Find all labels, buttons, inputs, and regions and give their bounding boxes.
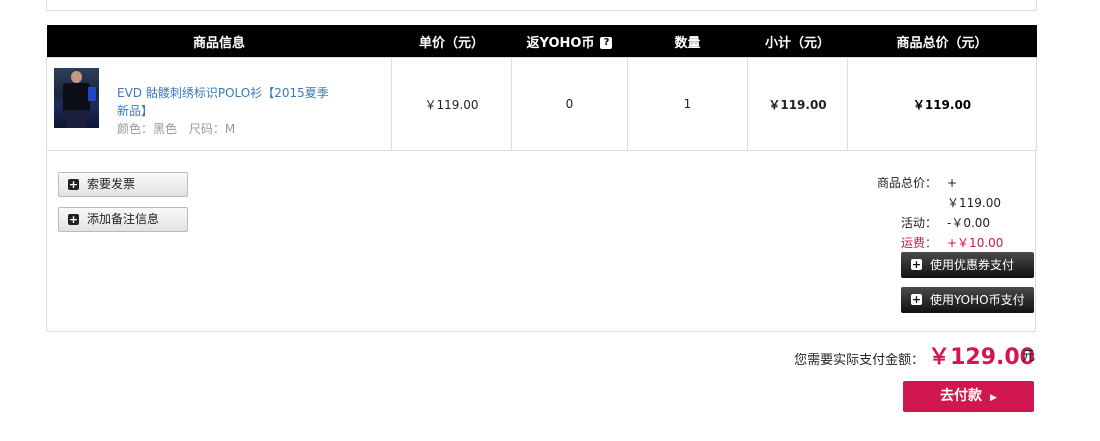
- subtotal-cell: ￥119.00: [747, 57, 848, 151]
- plus-icon: +: [68, 178, 79, 191]
- arrow-right-icon: ▶: [990, 393, 997, 403]
- use-yoho-coin-button-label: 使用YOHO币支付: [930, 293, 1025, 307]
- unit-price-cell: ￥119.00: [391, 57, 512, 151]
- order-table: 商品信息 单价（元） 返YOHO币? 数量 小计（元） 商品总价（元） EVD …: [46, 25, 1037, 151]
- total-price-cell: ￥119.00: [847, 57, 1037, 151]
- invoice-button-label: 索要发票: [87, 177, 136, 191]
- table-header-row: 商品信息 单价（元） 返YOHO币? 数量 小计（元） 商品总价（元）: [46, 25, 1037, 58]
- product-attributes: 颜色：黑色 尺码：M: [117, 121, 337, 137]
- add-remark-button[interactable]: + 添加备注信息: [58, 207, 188, 232]
- use-yoho-coin-button[interactable]: + 使用YOHO币支付: [901, 287, 1034, 313]
- activity-value: -￥0.00: [947, 216, 991, 230]
- pay-button-label: 去付款: [940, 388, 983, 404]
- header-quantity: 数量: [627, 25, 748, 58]
- goods-total-value: +￥119.00: [947, 176, 1001, 210]
- header-unit-price: 单价（元）: [391, 25, 512, 58]
- header-yoho-coins: 返YOHO币?: [511, 25, 628, 58]
- pay-button[interactable]: 去付款 ▶: [903, 381, 1034, 412]
- price-breakdown: 商品总价： +￥119.00 活动： -￥0.00 运费： +￥10.00: [877, 173, 1011, 253]
- order-summary-panel: + 索要发票 + 添加备注信息 商品总价： +￥119.00 活动： -￥0.00 …: [46, 151, 1036, 332]
- quantity-cell: 1: [627, 57, 748, 151]
- header-product-info: 商品信息: [46, 25, 392, 58]
- activity-label: 活动：: [900, 216, 937, 230]
- product-name-link[interactable]: EVD 骷髅刺绣标识POLO衫【2015夏季新品】: [117, 84, 337, 120]
- previous-section-box: [46, 0, 1037, 11]
- help-icon[interactable]: ?: [600, 37, 613, 49]
- product-thumbnail[interactable]: [54, 68, 99, 128]
- payment-label: 您需要实际支付金额：: [794, 353, 925, 368]
- use-coupon-button-label: 使用优惠券支付: [930, 258, 1015, 272]
- payment-amount-line: 您需要实际支付金额： ￥129.00: [794, 339, 1035, 371]
- header-yoho-coins-label: 返YOHO币: [526, 35, 595, 51]
- invoice-button[interactable]: + 索要发票: [58, 172, 188, 197]
- header-subtotal: 小计（元）: [747, 25, 848, 58]
- size-value: M: [224, 122, 236, 136]
- header-total: 商品总价（元）: [847, 25, 1037, 58]
- add-remark-button-label: 添加备注信息: [87, 212, 160, 226]
- goods-total-label: 商品总价：: [877, 176, 938, 190]
- plus-icon: +: [68, 213, 79, 226]
- table-row: EVD 骷髅刺绣标识POLO衫【2015夏季新品】 颜色：黑色 尺码：M ￥11…: [46, 57, 1037, 151]
- plus-icon: +: [911, 258, 922, 271]
- plus-icon: +: [911, 293, 922, 306]
- color-label: 颜色：: [117, 122, 154, 136]
- shipping-value: +￥10.00: [947, 236, 1004, 250]
- size-label: 尺码：: [188, 122, 225, 136]
- shipping-label: 运费：: [900, 236, 937, 250]
- use-coupon-button[interactable]: + 使用优惠券支付: [901, 252, 1034, 278]
- color-value: 黑色: [153, 122, 178, 136]
- payment-amount: ￥129.00: [928, 345, 1035, 370]
- yoho-coins-cell: 0: [511, 57, 628, 151]
- payment-unit: 元: [1022, 349, 1036, 364]
- product-info-cell: EVD 骷髅刺绣标识POLO衫【2015夏季新品】 颜色：黑色 尺码：M: [46, 57, 392, 151]
